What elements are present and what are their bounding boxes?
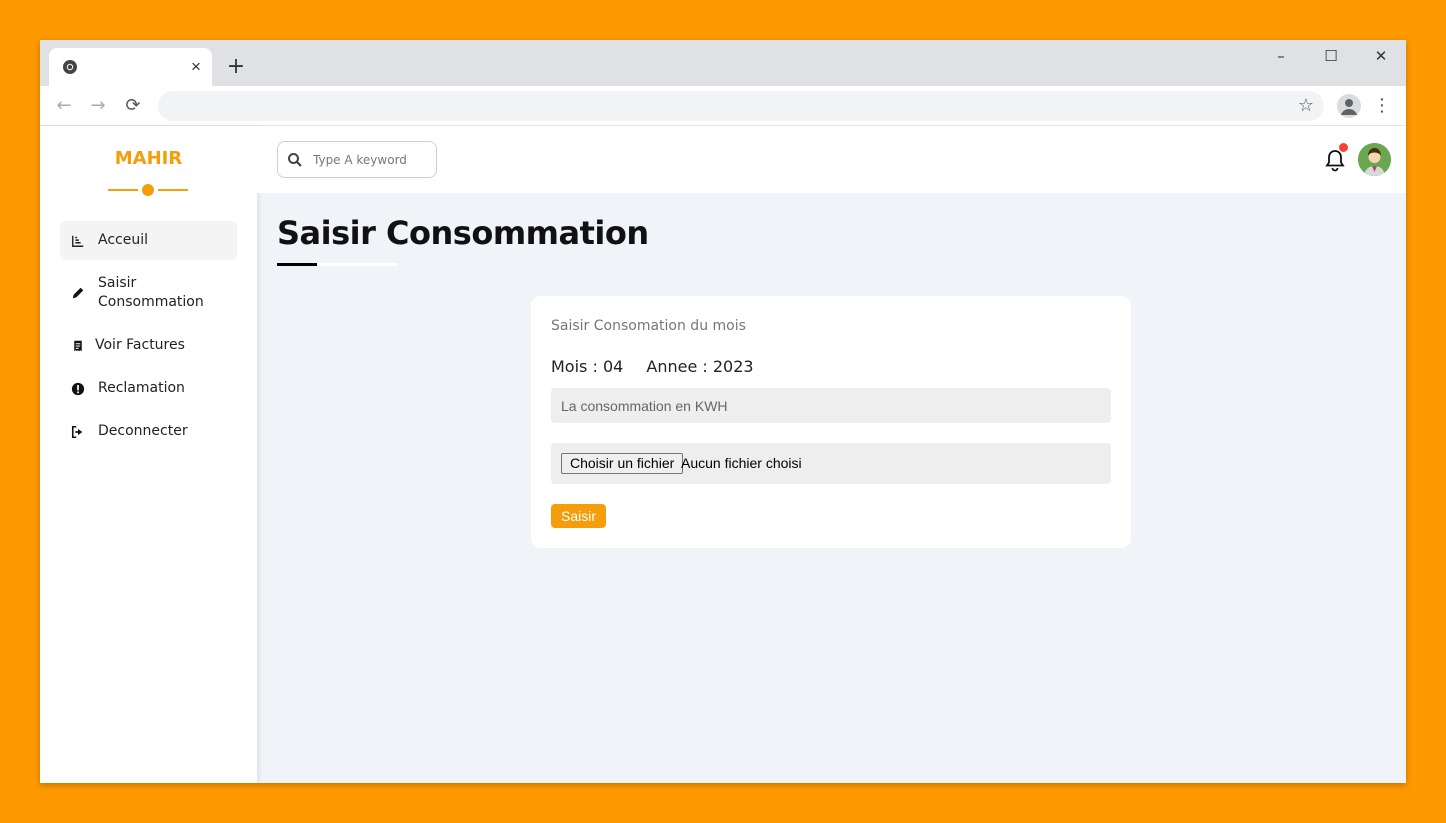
sidebar-item-acceuil[interactable]: Acceuil xyxy=(60,221,237,260)
form-title: Saisir Consomation du mois xyxy=(551,318,746,334)
sidebar-item-label: Reclamation xyxy=(98,380,185,396)
file-status: Aucun fichier choisi xyxy=(681,455,802,471)
sidebar-item-reclamation[interactable]: Reclamation xyxy=(60,369,237,408)
sidebar-item-deconnecter[interactable]: Deconnecter xyxy=(60,412,237,451)
title-underline xyxy=(277,263,317,266)
chart-icon xyxy=(70,233,86,249)
avatar[interactable] xyxy=(1358,143,1391,176)
receipt-icon xyxy=(70,338,86,354)
browser-profile-icon[interactable] xyxy=(1337,94,1361,118)
top-header xyxy=(257,126,1406,193)
logo-divider-left xyxy=(108,189,138,191)
app-logo: MAHIR xyxy=(114,148,183,169)
minimize-button[interactable]: – xyxy=(1266,45,1296,67)
sidebar-item-label: Saisir Consommation xyxy=(98,275,204,310)
file-input: Choisir un fichier Aucun fichier choisi xyxy=(551,443,1111,484)
search-box[interactable] xyxy=(277,141,437,178)
app: MAHIR Acceuil Saisir Consommation Voir F… xyxy=(40,126,1406,783)
pencil-icon xyxy=(70,285,86,301)
logo-divider-dot xyxy=(142,184,154,196)
sidebar-item-label: Voir Factures xyxy=(95,337,185,353)
address-bar[interactable]: ☆ xyxy=(158,91,1324,121)
search-icon xyxy=(288,153,302,167)
browser-menu-icon[interactable]: ⋮ xyxy=(1372,94,1392,118)
maximize-button[interactable]: ☐ xyxy=(1316,45,1346,67)
submit-button[interactable]: Saisir xyxy=(551,504,607,528)
search-input[interactable] xyxy=(313,151,431,169)
back-button[interactable]: ← xyxy=(52,94,76,118)
browser-tab[interactable]: × xyxy=(49,48,212,86)
consumption-kwh-input[interactable] xyxy=(551,388,1111,423)
sidebar-item-voir-factures[interactable]: Voir Factures xyxy=(60,326,237,365)
browser-window: × + – ☐ ✕ ← → ⟳ ☆ ⋮ MAHIR Acceuil Saisir… xyxy=(40,40,1406,783)
new-tab-button[interactable]: + xyxy=(225,56,247,78)
tab-strip: × + – ☐ ✕ xyxy=(40,40,1406,86)
page-title: Saisir Consommation xyxy=(277,214,649,252)
sidebar: MAHIR Acceuil Saisir Consommation Voir F… xyxy=(40,126,257,783)
sidebar-nav: Acceuil Saisir Consommation Voir Facture… xyxy=(60,221,237,455)
year-label: Annee : 2023 xyxy=(646,357,754,376)
reload-button[interactable]: ⟳ xyxy=(121,94,145,118)
sidebar-item-label: Acceuil xyxy=(98,232,148,248)
choose-file-button[interactable]: Choisir un fichier xyxy=(561,453,684,474)
billing-period: Mois : 04 Annee : 2023 xyxy=(551,357,772,376)
logo-divider-right xyxy=(158,189,188,191)
sidebar-item-label: Deconnecter xyxy=(98,423,188,439)
tab-close-icon[interactable]: × xyxy=(187,58,205,76)
notification-dot xyxy=(1339,143,1348,152)
browser-toolbar: ← → ⟳ ☆ ⋮ xyxy=(40,86,1406,126)
sidebar-item-saisir-consommation[interactable]: Saisir Consommation xyxy=(60,264,237,322)
title-underline-accent xyxy=(317,263,397,266)
chrome-icon xyxy=(63,60,77,74)
consumption-form-card: Saisir Consomation du mois Mois : 04 Ann… xyxy=(531,296,1131,548)
month-label: Mois : 04 xyxy=(551,357,624,376)
close-window-button[interactable]: ✕ xyxy=(1366,45,1396,67)
bookmark-star-icon[interactable]: ☆ xyxy=(1298,95,1314,117)
sign-out-icon xyxy=(70,424,86,440)
forward-button[interactable]: → xyxy=(86,94,110,118)
exclamation-icon xyxy=(70,381,86,397)
